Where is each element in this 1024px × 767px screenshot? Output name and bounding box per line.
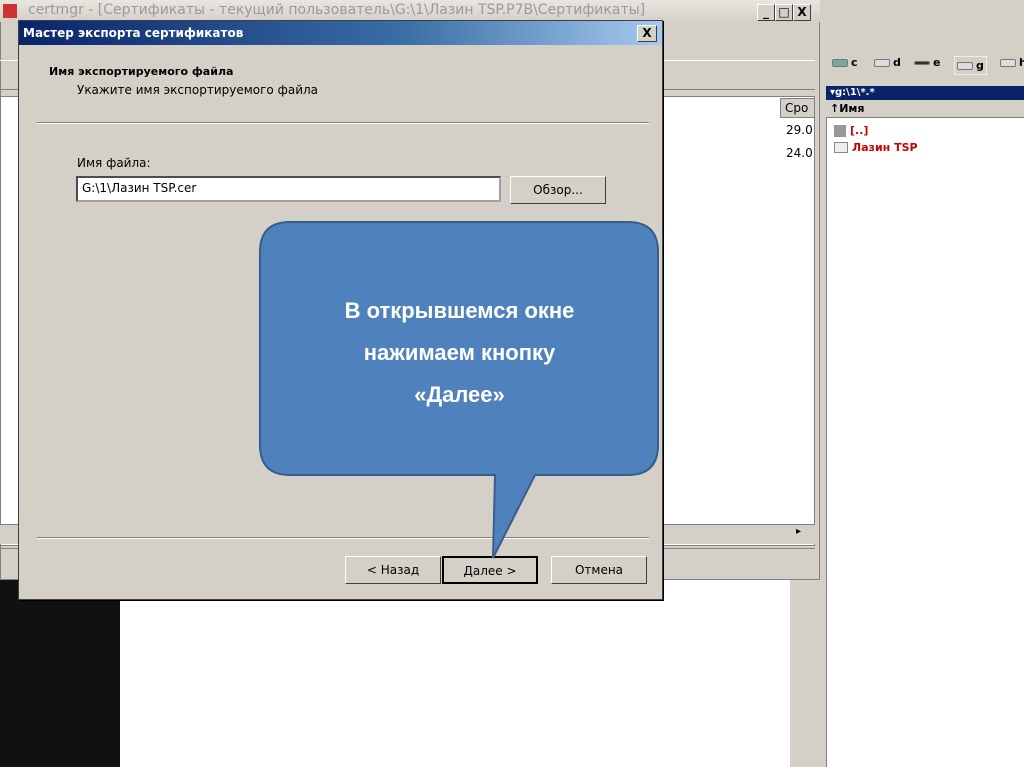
callout-text: В открывшемся окне нажимаем кнопку «Дале… xyxy=(262,290,657,416)
callout-line: нажимаем кнопку xyxy=(363,340,556,365)
callout-line: В открывшемся окне xyxy=(344,298,575,323)
callout-line: «Далее» xyxy=(414,382,505,407)
